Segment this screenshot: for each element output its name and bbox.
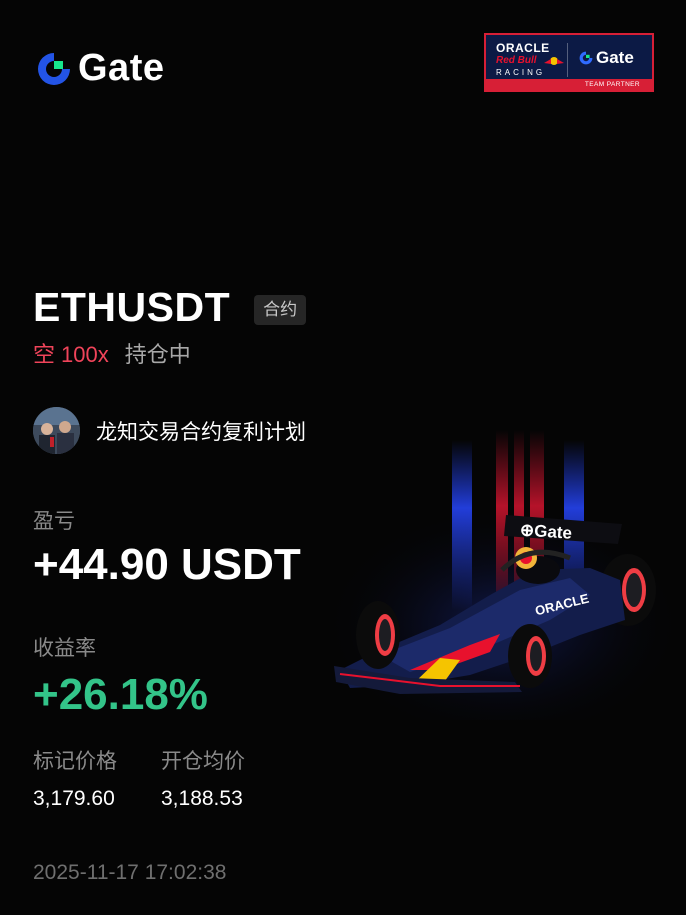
strategy-row: 龙知交易合约复利计划 [33, 407, 306, 454]
partner-gate-text: Gate [596, 48, 634, 67]
avatar [33, 407, 80, 454]
entry-price-label: 开仓均价 [161, 750, 245, 773]
position-side-row: 空 100x 持仓中 [33, 340, 191, 370]
partner-redbull-text: Red Bull [496, 55, 537, 66]
position-status: 持仓中 [124, 342, 191, 367]
partner-footer: TEAM PARTNER [486, 79, 652, 90]
team-partner-badge: ORACLE Red Bull RACING Gate TEAM PARTNER [484, 33, 654, 92]
pnl-label: 盈亏 [33, 510, 75, 533]
gate-mini-icon [579, 51, 593, 65]
contract-tag: 合约 [254, 294, 307, 325]
avatar-photo [33, 407, 80, 454]
pair-name: ETHUSDT [33, 284, 231, 330]
gate-logo-text: Gate [78, 47, 165, 89]
partner-racing-text: RACING [496, 68, 546, 77]
mark-price-value: 3,179.60 [33, 787, 115, 810]
partner-gate-logo: Gate [578, 48, 634, 68]
partner-oracle-text: ORACLE [496, 41, 550, 55]
gate-logo-icon [38, 52, 70, 85]
leverage: 100x [61, 342, 109, 367]
roi-label: 收益率 [33, 637, 96, 660]
entry-price-value: 3,188.53 [161, 787, 243, 810]
svg-text:⊕Gate: ⊕Gate [519, 520, 572, 543]
position-side: 空 [33, 342, 56, 367]
mark-price-label: 标记价格 [33, 750, 117, 773]
pnl-value: +44.90 USDT [33, 540, 301, 589]
partner-divider [567, 43, 568, 77]
roi-value: +26.18% [33, 670, 208, 719]
red-bull-icon [544, 57, 564, 65]
pair-row: ETHUSDT 合约 [33, 284, 307, 331]
strategy-name: 龙知交易合约复利计划 [96, 420, 306, 444]
gate-logo: Gate [34, 47, 164, 90]
f1-car-illustration: ⊕Gate ORACLE [320, 430, 686, 720]
timestamp: 2025-11-17 17:02:38 [33, 861, 227, 884]
